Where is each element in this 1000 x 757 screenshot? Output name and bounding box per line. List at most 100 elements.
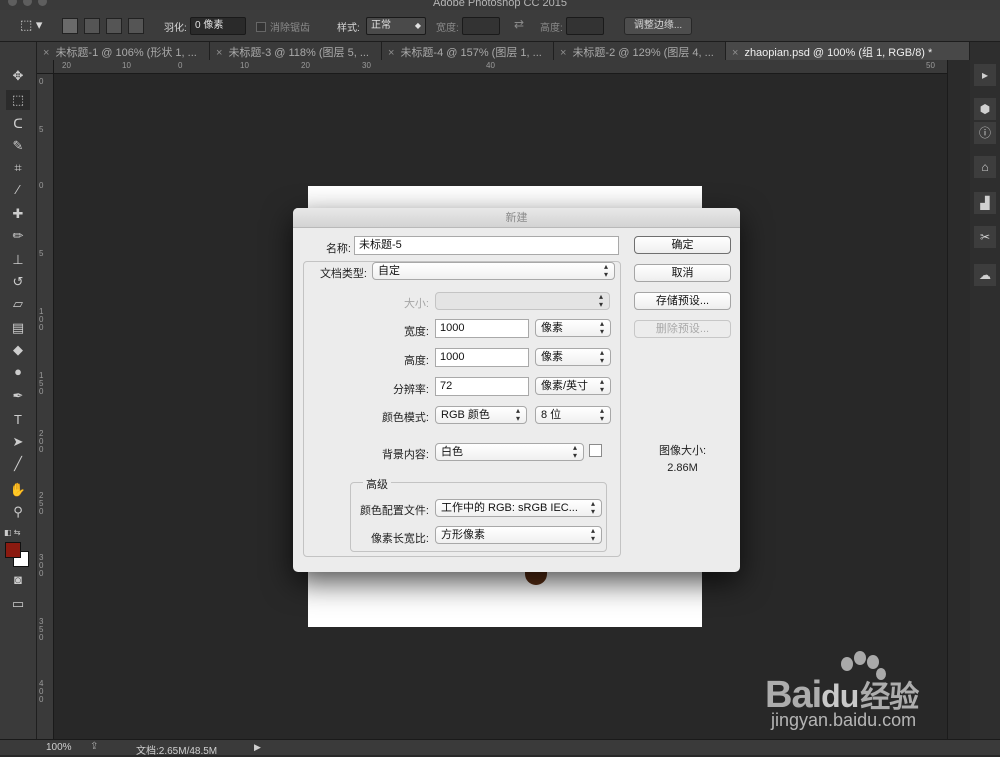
marquee-tool-preset-icon[interactable]: ⬚ ▾ (20, 17, 42, 33)
tab-label: 未标题-2 @ 129% (图层 4, ... (572, 47, 714, 59)
tab-document-1[interactable]: × 未标题-1 @ 106% (形状 1, ... (37, 42, 210, 60)
size-label: 大小: (403, 298, 429, 310)
eraser-tool-icon[interactable]: ▱ (6, 294, 30, 314)
ruler-label: 3 0 0 (39, 553, 44, 578)
move-tool-icon[interactable]: ✥ (6, 66, 30, 86)
width-input (462, 17, 500, 35)
foreground-color-swatch[interactable] (5, 542, 21, 558)
ruler-label: 2 0 0 (39, 429, 44, 454)
ruler-label: 0 (39, 77, 44, 86)
doc-type-select[interactable]: 自定 ▴ ▾ (372, 262, 615, 280)
chevron-updown-icon: ▴ ▾ (599, 406, 604, 423)
path-select-tool-icon[interactable]: ➤ (6, 432, 30, 452)
clone-source-panel-icon[interactable]: ▟ (974, 192, 996, 214)
new-selection-mode-button[interactable] (62, 18, 78, 34)
right-panel-dock: ▸ ⬢ ⓘ ⌂ ▟ ✂ ☁ (970, 42, 1000, 739)
dodge-tool-icon[interactable]: ● (6, 362, 30, 382)
ruler-label: 10 (240, 61, 249, 70)
close-tab-icon[interactable]: × (732, 47, 738, 59)
brush-panel-icon[interactable]: ⌂ (974, 156, 996, 178)
width-label: 宽度: (436, 23, 459, 34)
status-menu-arrow-icon[interactable]: ▶ (254, 742, 261, 753)
resolution-input[interactable]: 72 (435, 377, 529, 396)
close-tab-icon[interactable]: × (388, 47, 394, 59)
ruler-label: 4 0 0 (39, 679, 44, 704)
tab-label: 未标题-3 @ 118% (图层 5, ... (228, 47, 369, 59)
chevron-updown-icon: ▴ ▾ (599, 348, 604, 365)
quick-mask-icon[interactable]: ◙ (6, 570, 30, 590)
ok-button[interactable]: 确定 (634, 236, 731, 254)
tab-document-3[interactable]: × 未标题-3 @ 118% (图层 5, ... (210, 42, 382, 60)
feather-input[interactable]: 0 像素 (190, 17, 246, 35)
screen-mode-icon[interactable]: ▭ (6, 594, 30, 614)
tab-document-4[interactable]: × 未标题-4 @ 157% (图层 1, ... (382, 42, 554, 60)
style-select-value: 正常 (371, 20, 391, 31)
intersect-selection-mode-button[interactable] (128, 18, 144, 34)
brush-tool-icon[interactable]: ✏ (6, 226, 30, 246)
marquee-tool-icon[interactable]: ⬚ (6, 90, 30, 110)
color-profile-value: 工作中的 RGB: sRGB IEC... (441, 502, 578, 514)
cancel-button[interactable]: 取消 (634, 264, 731, 282)
height-unit-select[interactable]: 像素 ▴ ▾ (535, 348, 611, 366)
close-tab-icon[interactable]: × (216, 47, 222, 59)
vertical-ruler[interactable]: 0 5 0 5 1 0 0 1 5 0 2 0 0 2 5 0 3 0 0 3 … (37, 74, 54, 739)
lasso-tool-icon[interactable]: ᑕ (6, 114, 30, 134)
swap-icon: ⇄ (514, 17, 525, 31)
pen-tool-icon[interactable]: ✒ (6, 386, 30, 406)
crop-tool-icon[interactable]: ⌗ (6, 158, 30, 178)
refine-edge-button[interactable]: 调整边缘... (624, 17, 692, 35)
width-input[interactable]: 1000 (435, 319, 529, 338)
color-mode-label: 颜色模式: (381, 412, 429, 424)
ruler-origin[interactable] (37, 60, 54, 74)
resolution-unit-value: 像素/英寸 (541, 380, 589, 392)
history-panel-icon[interactable]: ▸ (974, 64, 996, 86)
quick-select-tool-icon[interactable]: ✎ (6, 136, 30, 156)
hand-tool-icon[interactable]: ✋ (6, 480, 30, 500)
app-title-bar: Adobe Photoshop CC 2015 (0, 0, 1000, 10)
subtract-selection-mode-button[interactable] (106, 18, 122, 34)
line-tool-icon[interactable]: ╱ (6, 454, 30, 474)
height-unit-value: 像素 (541, 351, 563, 363)
gradient-tool-icon[interactable]: ▤ (6, 318, 30, 338)
info-panel-icon[interactable]: ⓘ (974, 122, 996, 144)
horizontal-ruler[interactable]: 20 10 0 10 20 30 40 50 (54, 60, 947, 74)
healing-brush-tool-icon[interactable]: ✚ (6, 204, 30, 224)
antialias-checkbox[interactable] (256, 22, 266, 32)
color-profile-select[interactable]: 工作中的 RGB: sRGB IEC... ▴ ▾ (435, 499, 602, 517)
eyedropper-tool-icon[interactable]: ⁄ (6, 180, 30, 200)
zoom-tool-icon[interactable]: ⚲ (6, 502, 30, 522)
width-unit-select[interactable]: 像素 ▴ ▾ (535, 319, 611, 337)
color-mode-value: RGB 颜色 (441, 409, 490, 421)
blur-tool-icon[interactable]: ◆ (6, 340, 30, 360)
style-select[interactable]: 正常 ◆ (366, 17, 426, 35)
height-input[interactable]: 1000 (435, 348, 529, 367)
close-tab-icon[interactable]: × (43, 47, 49, 59)
background-color-swatch[interactable] (589, 444, 602, 457)
resolution-unit-select[interactable]: 像素/英寸 ▴ ▾ (535, 377, 611, 395)
type-tool-icon[interactable]: T (6, 410, 30, 430)
name-input[interactable]: 未标题-5 (354, 236, 619, 255)
tab-zhaopian[interactable]: × zhaopian.psd @ 100% (组 1, RGB/8) * (726, 42, 970, 60)
color-mode-select[interactable]: RGB 颜色 ▴ ▾ (435, 406, 527, 424)
vertical-scrollbar[interactable] (947, 60, 970, 739)
background-select[interactable]: 白色 ▴ ▾ (435, 443, 584, 461)
stamp-tool-icon[interactable]: ⊥ (6, 250, 30, 270)
save-preset-button[interactable]: 存储预设... (634, 292, 731, 310)
advanced-label: 高级 (363, 476, 391, 492)
size-select: ▴ ▾ (435, 292, 610, 310)
close-tab-icon[interactable]: × (560, 47, 566, 59)
tool-presets-panel-icon[interactable]: ✂ (974, 226, 996, 248)
ruler-label: 0 (178, 61, 183, 70)
share-icon[interactable]: ⇪ (90, 741, 98, 752)
3d-panel-icon[interactable]: ⬢ (974, 98, 996, 120)
history-brush-tool-icon[interactable]: ↺ (6, 272, 30, 292)
libraries-panel-icon[interactable]: ☁ (974, 264, 996, 286)
add-selection-mode-button[interactable] (84, 18, 100, 34)
default-colors-icon[interactable]: ◧ ⇆ (4, 528, 20, 537)
feather-label: 羽化: (164, 23, 187, 34)
pixel-aspect-select[interactable]: 方形像素 ▴ ▾ (435, 526, 602, 544)
tab-document-2[interactable]: × 未标题-2 @ 129% (图层 4, ... (554, 42, 726, 60)
zoom-level[interactable]: 100% (46, 742, 72, 753)
antialias-label: 消除锯齿 (270, 23, 310, 34)
bit-depth-select[interactable]: 8 位 ▴ ▾ (535, 406, 611, 424)
